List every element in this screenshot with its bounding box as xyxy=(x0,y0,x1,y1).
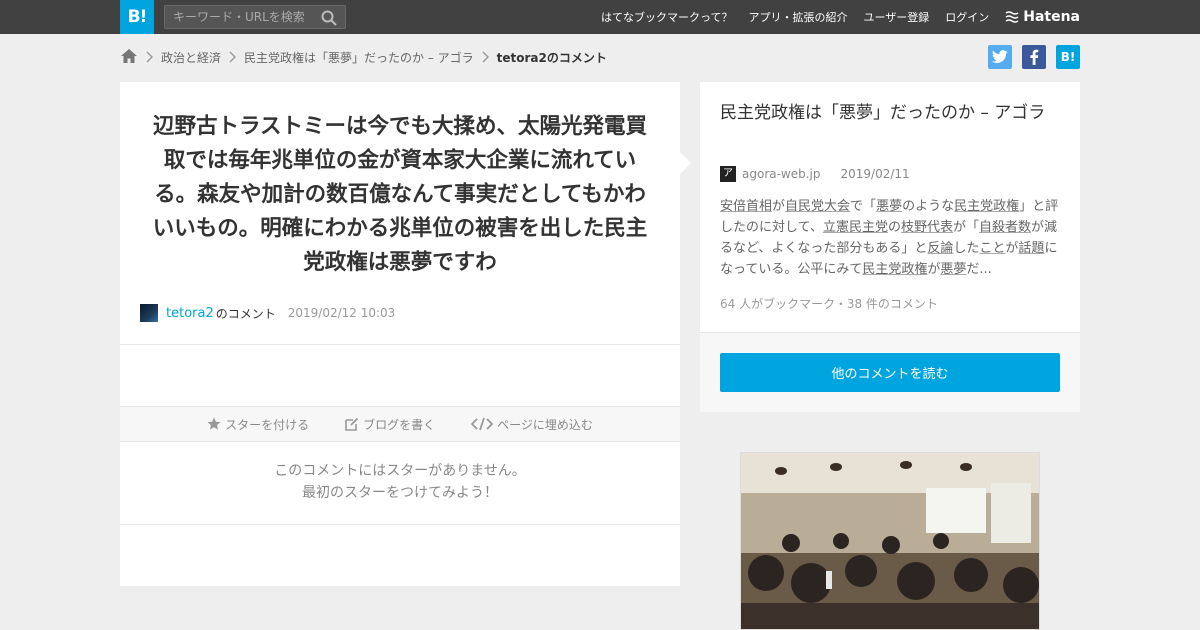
divider xyxy=(120,344,680,345)
hatena-icon xyxy=(1005,11,1019,23)
no-star-message: このコメントにはスターがありません。 最初のスターをつけてみよう！ xyxy=(120,460,680,504)
chevron-right-icon xyxy=(229,51,237,63)
keyword-link[interactable]: 民主党政権 xyxy=(862,262,927,277)
nav-register[interactable]: ユーザー登録 xyxy=(863,9,929,25)
hatena-link[interactable]: Hatena xyxy=(1005,9,1080,25)
entry-excerpt: 安倍首相が自民党大会で「悪夢のような民主党政権」と評したのに対して、立憲民主党の… xyxy=(720,196,1060,280)
facebook-icon xyxy=(1030,49,1039,65)
keyword-link[interactable]: 民主党政権 xyxy=(954,199,1019,214)
comment-user-link[interactable]: tetora2 xyxy=(166,306,214,321)
comment-actions: スターを付ける ブログを書く ページに埋め込む xyxy=(120,406,680,442)
entry-date: 2019/02/11 xyxy=(840,167,910,181)
entry-site: ア agora-web.jp 2019/02/11 xyxy=(720,166,910,182)
write-blog-label: ブログを書く xyxy=(363,417,436,432)
comment-meta: tetora2 のコメント 2019/02/12 10:03 xyxy=(140,304,395,322)
hatena-share-button[interactable]: B! xyxy=(1056,45,1080,69)
add-star-label: スターを付ける xyxy=(225,417,310,432)
keyword-link[interactable]: 自殺者数 xyxy=(979,220,1031,235)
search-input[interactable] xyxy=(165,6,315,28)
chevron-right-icon xyxy=(146,51,153,63)
excerpt-text: が xyxy=(1005,241,1019,256)
home-icon[interactable] xyxy=(120,48,138,67)
star-icon xyxy=(207,417,221,430)
divider xyxy=(120,524,680,525)
hatena-label: Hatena xyxy=(1023,9,1080,25)
excerpt-text: だ... xyxy=(966,262,992,277)
nav-about[interactable]: はてなブックマークって？ xyxy=(601,9,732,25)
entry-title[interactable]: 民主党政権は「悪夢」だったのか – アゴラ xyxy=(720,100,1065,126)
read-other-comments-button[interactable]: 他のコメントを読む xyxy=(720,353,1060,392)
keyword-link[interactable]: 反論 xyxy=(927,241,953,256)
search-box xyxy=(164,5,346,29)
chevron-right-icon xyxy=(482,51,489,63)
nav-login[interactable]: ログイン xyxy=(945,9,989,25)
keyword-link[interactable]: 悪夢 xyxy=(876,199,902,214)
avatar[interactable] xyxy=(140,304,158,322)
keyword-link[interactable]: 立憲民主党 xyxy=(823,220,888,235)
keyword-link[interactable]: 話題 xyxy=(1018,241,1044,256)
twitter-icon xyxy=(992,50,1008,64)
nav-apps[interactable]: アプリ・拡張の紹介 xyxy=(748,9,847,25)
top-nav: はてなブックマークって？ アプリ・拡張の紹介 ユーザー登録 ログイン Haten… xyxy=(601,0,1080,34)
keyword-link[interactable]: こと xyxy=(979,241,1005,256)
entry-card: 民主党政権は「悪夢」だったのか – アゴラ ア agora-web.jp 201… xyxy=(700,82,1080,412)
seminar-photo[interactable] xyxy=(740,452,1040,630)
bookmark-counts[interactable]: 64 人がブックマーク・38 件のコメント xyxy=(720,295,938,312)
comment-card: 辺野古トラストミーは今でも大揉め、太陽光発電買取では毎年兆単位の金が資本家大企業… xyxy=(120,82,680,586)
excerpt-text: が xyxy=(927,262,941,277)
excerpt-text: の xyxy=(887,220,901,235)
excerpt-text: した xyxy=(953,241,980,256)
keyword-link[interactable]: 自民党大会 xyxy=(785,199,850,214)
hatena-bookmark-logo[interactable]: B! xyxy=(120,0,154,34)
keyword-link[interactable]: 悪夢 xyxy=(940,262,966,277)
edit-icon xyxy=(345,417,359,431)
code-icon xyxy=(471,417,494,431)
card-pointer xyxy=(680,152,691,174)
share-buttons: B! xyxy=(988,45,1080,69)
excerpt-text: で「 xyxy=(850,199,877,214)
add-star-button[interactable]: スターを付ける xyxy=(207,416,309,433)
excerpt-text: が xyxy=(772,199,786,214)
write-blog-button[interactable]: ブログを書く xyxy=(345,416,435,433)
twitter-share-button[interactable] xyxy=(988,45,1012,69)
keyword-link[interactable]: 枝野代表 xyxy=(901,220,953,235)
breadcrumb-category[interactable]: 政治と経済 xyxy=(161,49,221,66)
no-star-line-2: 最初のスターをつけてみよう！ xyxy=(302,485,498,501)
breadcrumb-current: tetora2のコメント xyxy=(496,50,607,65)
site-favicon: ア xyxy=(720,166,736,182)
facebook-share-button[interactable] xyxy=(1022,45,1046,69)
top-bar: B! はてなブックマークって？ アプリ・拡張の紹介 ユーザー登録 ログイン Ha… xyxy=(0,0,1200,34)
entry-footer: 他のコメントを読む xyxy=(700,332,1080,412)
search-icon[interactable] xyxy=(321,10,337,26)
keyword-link[interactable]: 安倍首相 xyxy=(720,199,772,214)
breadcrumb-entry[interactable]: 民主党政権は「悪夢」だったのか – アゴラ xyxy=(244,49,474,66)
site-domain[interactable]: agora-web.jp xyxy=(742,167,821,181)
excerpt-text: のような xyxy=(902,199,955,214)
comment-date[interactable]: 2019/02/12 10:03 xyxy=(288,306,396,320)
comment-text: 辺野古トラストミーは今でも大揉め、太陽光発電買取では毎年兆単位の金が資本家大企業… xyxy=(152,114,648,275)
embed-button[interactable]: ページに埋め込む xyxy=(471,416,593,433)
no-star-line-1: このコメントにはスターがありません。 xyxy=(274,463,526,479)
breadcrumb: 政治と経済 民主党政権は「悪夢」だったのか – アゴラ tetora2のコメント xyxy=(120,44,607,70)
embed-label: ページに埋め込む xyxy=(497,417,593,432)
comment-suffix: のコメント xyxy=(215,306,276,321)
excerpt-text: が「 xyxy=(953,220,980,235)
